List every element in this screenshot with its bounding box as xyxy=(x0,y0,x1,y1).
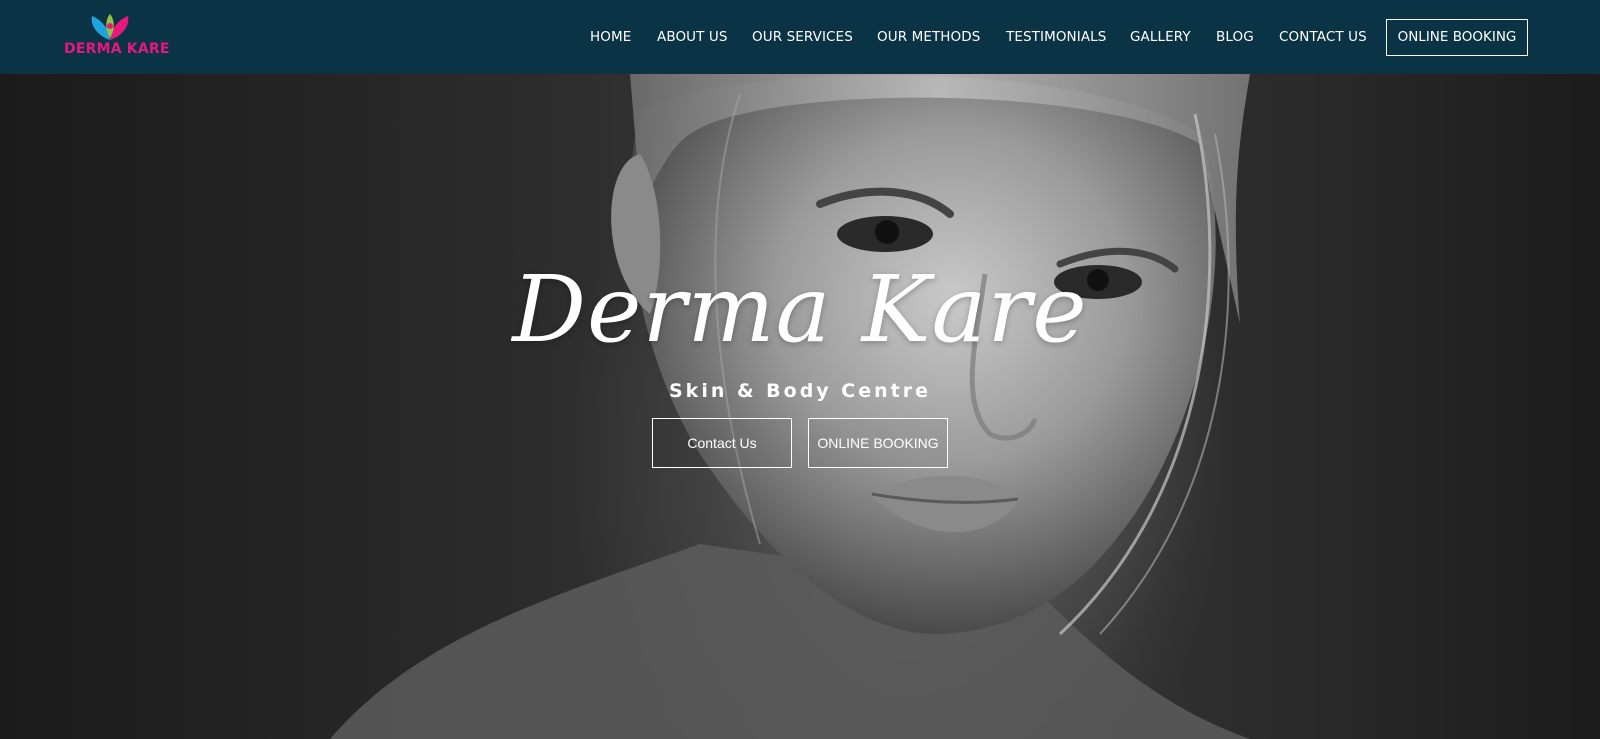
hero-portrait-image xyxy=(330,74,1250,739)
nav-about-us[interactable]: ABOUT US xyxy=(657,28,728,46)
hero-subtitle: Skin & Body Centre xyxy=(669,380,931,402)
lotus-icon xyxy=(91,14,129,40)
nav-home[interactable]: HOME xyxy=(590,28,631,46)
online-booking-button[interactable]: ONLINE BOOKING xyxy=(808,418,948,468)
nav-our-services[interactable]: OUR SERVICES xyxy=(752,28,853,46)
contact-us-button[interactable]: Contact Us xyxy=(652,418,792,468)
logo-text: DERMA KARE xyxy=(64,41,170,57)
nav-blog[interactable]: BLOG xyxy=(1216,28,1254,46)
nav-our-methods[interactable]: OUR METHODS xyxy=(877,28,980,46)
site-header: DERMA KARE HOME ABOUT US OUR SERVICES OU… xyxy=(0,0,1600,74)
hero-title: Derma Kare xyxy=(512,256,1088,363)
brand-logo[interactable]: DERMA KARE xyxy=(64,12,170,60)
nav-testimonials[interactable]: TESTIMONIALS xyxy=(1006,28,1106,46)
online-booking-nav-button[interactable]: ONLINE BOOKING xyxy=(1386,19,1528,56)
nav-gallery[interactable]: GALLERY xyxy=(1130,28,1191,46)
nav-contact-us[interactable]: CONTACT US xyxy=(1279,28,1367,46)
hero-section: Derma Kare Skin & Body Centre Contact Us… xyxy=(0,74,1600,739)
